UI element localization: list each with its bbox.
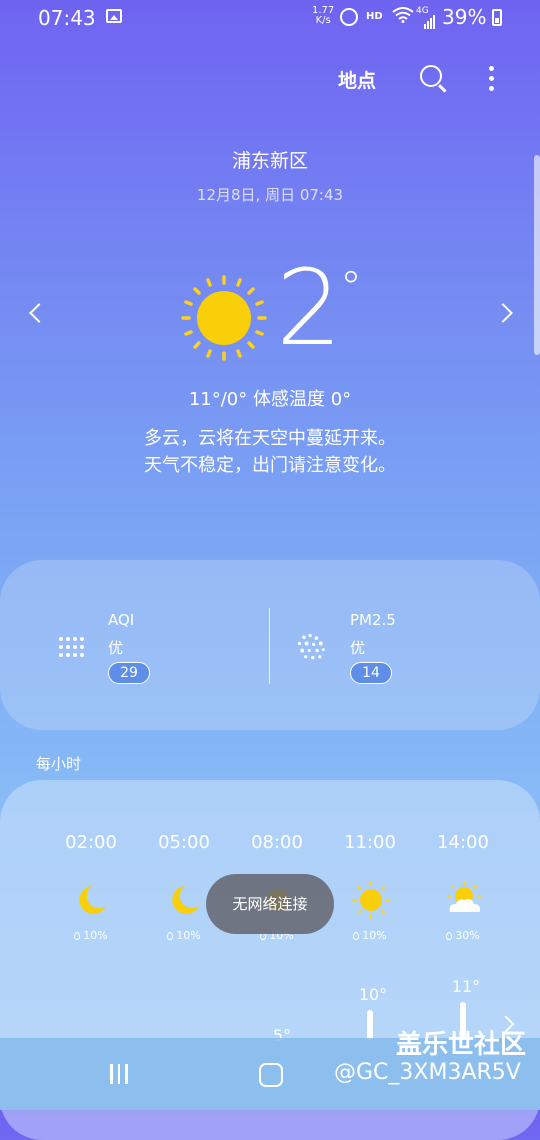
status-bar: 07:43 1.77 K/s HD 4G 39% xyxy=(0,0,540,36)
network-speed: 1.77 K/s xyxy=(312,6,334,26)
watermark-title: 盖乐世社区 xyxy=(396,1030,527,1060)
hour-time: 02:00 xyxy=(65,832,117,853)
weather-description: 多云，云将在天空中蔓延开来。 天气不稳定，出门请注意变化。 xyxy=(0,425,540,479)
hour-temp: 11° xyxy=(451,977,481,996)
aqi-icon xyxy=(59,637,84,657)
pm25-icon xyxy=(297,633,325,660)
battery-percent: 39% xyxy=(442,5,487,29)
description-line-2: 天气不稳定，出门请注意变化。 xyxy=(144,455,396,476)
hour-time: 11:00 xyxy=(344,832,396,853)
moon-icon xyxy=(172,886,199,914)
aqi-level: 优 xyxy=(108,639,124,657)
precip-chance: 10% xyxy=(154,929,214,942)
signal-icon xyxy=(424,10,436,29)
air-divider xyxy=(269,608,270,684)
hd-indicator: HD xyxy=(366,11,383,22)
precip-chance: 10% xyxy=(340,929,400,942)
description-line-1: 多云，云将在天空中蔓延开来。 xyxy=(144,428,396,449)
hour-time: 08:00 xyxy=(251,832,303,853)
watermark-id: @GC_3XM3AR5V xyxy=(334,1060,521,1085)
home-icon[interactable] xyxy=(259,1063,283,1087)
current-temperature: 2 xyxy=(276,247,343,369)
location-name: 浦东新区 xyxy=(231,150,308,172)
pm25-level: 优 xyxy=(350,639,366,657)
temperature-unit: ° xyxy=(340,262,362,313)
hour-time: 14:00 xyxy=(437,832,489,853)
precip-chance: 10% xyxy=(61,929,121,942)
pm25-value-badge: 14 xyxy=(350,662,392,684)
more-options-icon[interactable] xyxy=(489,66,494,96)
aqi-value-badge: 29 xyxy=(108,662,150,684)
search-icon[interactable] xyxy=(420,65,442,87)
next-location-icon[interactable] xyxy=(493,303,513,323)
alarm-icon xyxy=(340,8,358,26)
sun-icon xyxy=(352,881,390,919)
partly-cloudy-icon xyxy=(447,881,481,912)
sun-icon xyxy=(181,275,267,361)
hour-time: 05:00 xyxy=(158,832,210,853)
gallery-notification-icon xyxy=(106,9,122,23)
aqi-label: AQI xyxy=(108,611,135,629)
pm25-label: PM2.5 xyxy=(350,611,396,629)
toast-message: 无网络连接 xyxy=(206,874,334,934)
hourly-title: 每小时 xyxy=(36,755,82,773)
hour-temp: 10° xyxy=(358,985,388,1004)
temp-bar xyxy=(367,1010,373,1040)
precip-chance: 30% xyxy=(433,929,493,942)
places-button[interactable]: 地点 xyxy=(338,66,376,93)
battery-icon xyxy=(492,9,502,26)
previous-location-icon[interactable] xyxy=(29,303,49,323)
wifi-icon xyxy=(392,7,414,27)
status-time: 07:43 xyxy=(38,6,96,30)
recents-icon[interactable] xyxy=(110,1064,133,1088)
network-speed-unit: K/s xyxy=(315,15,331,26)
date-time: 12月8日, 周日 07:43 xyxy=(196,186,344,204)
temp-range-feels-like: 11°/0° 体感温度 0° xyxy=(188,389,352,410)
moon-icon xyxy=(79,886,106,914)
